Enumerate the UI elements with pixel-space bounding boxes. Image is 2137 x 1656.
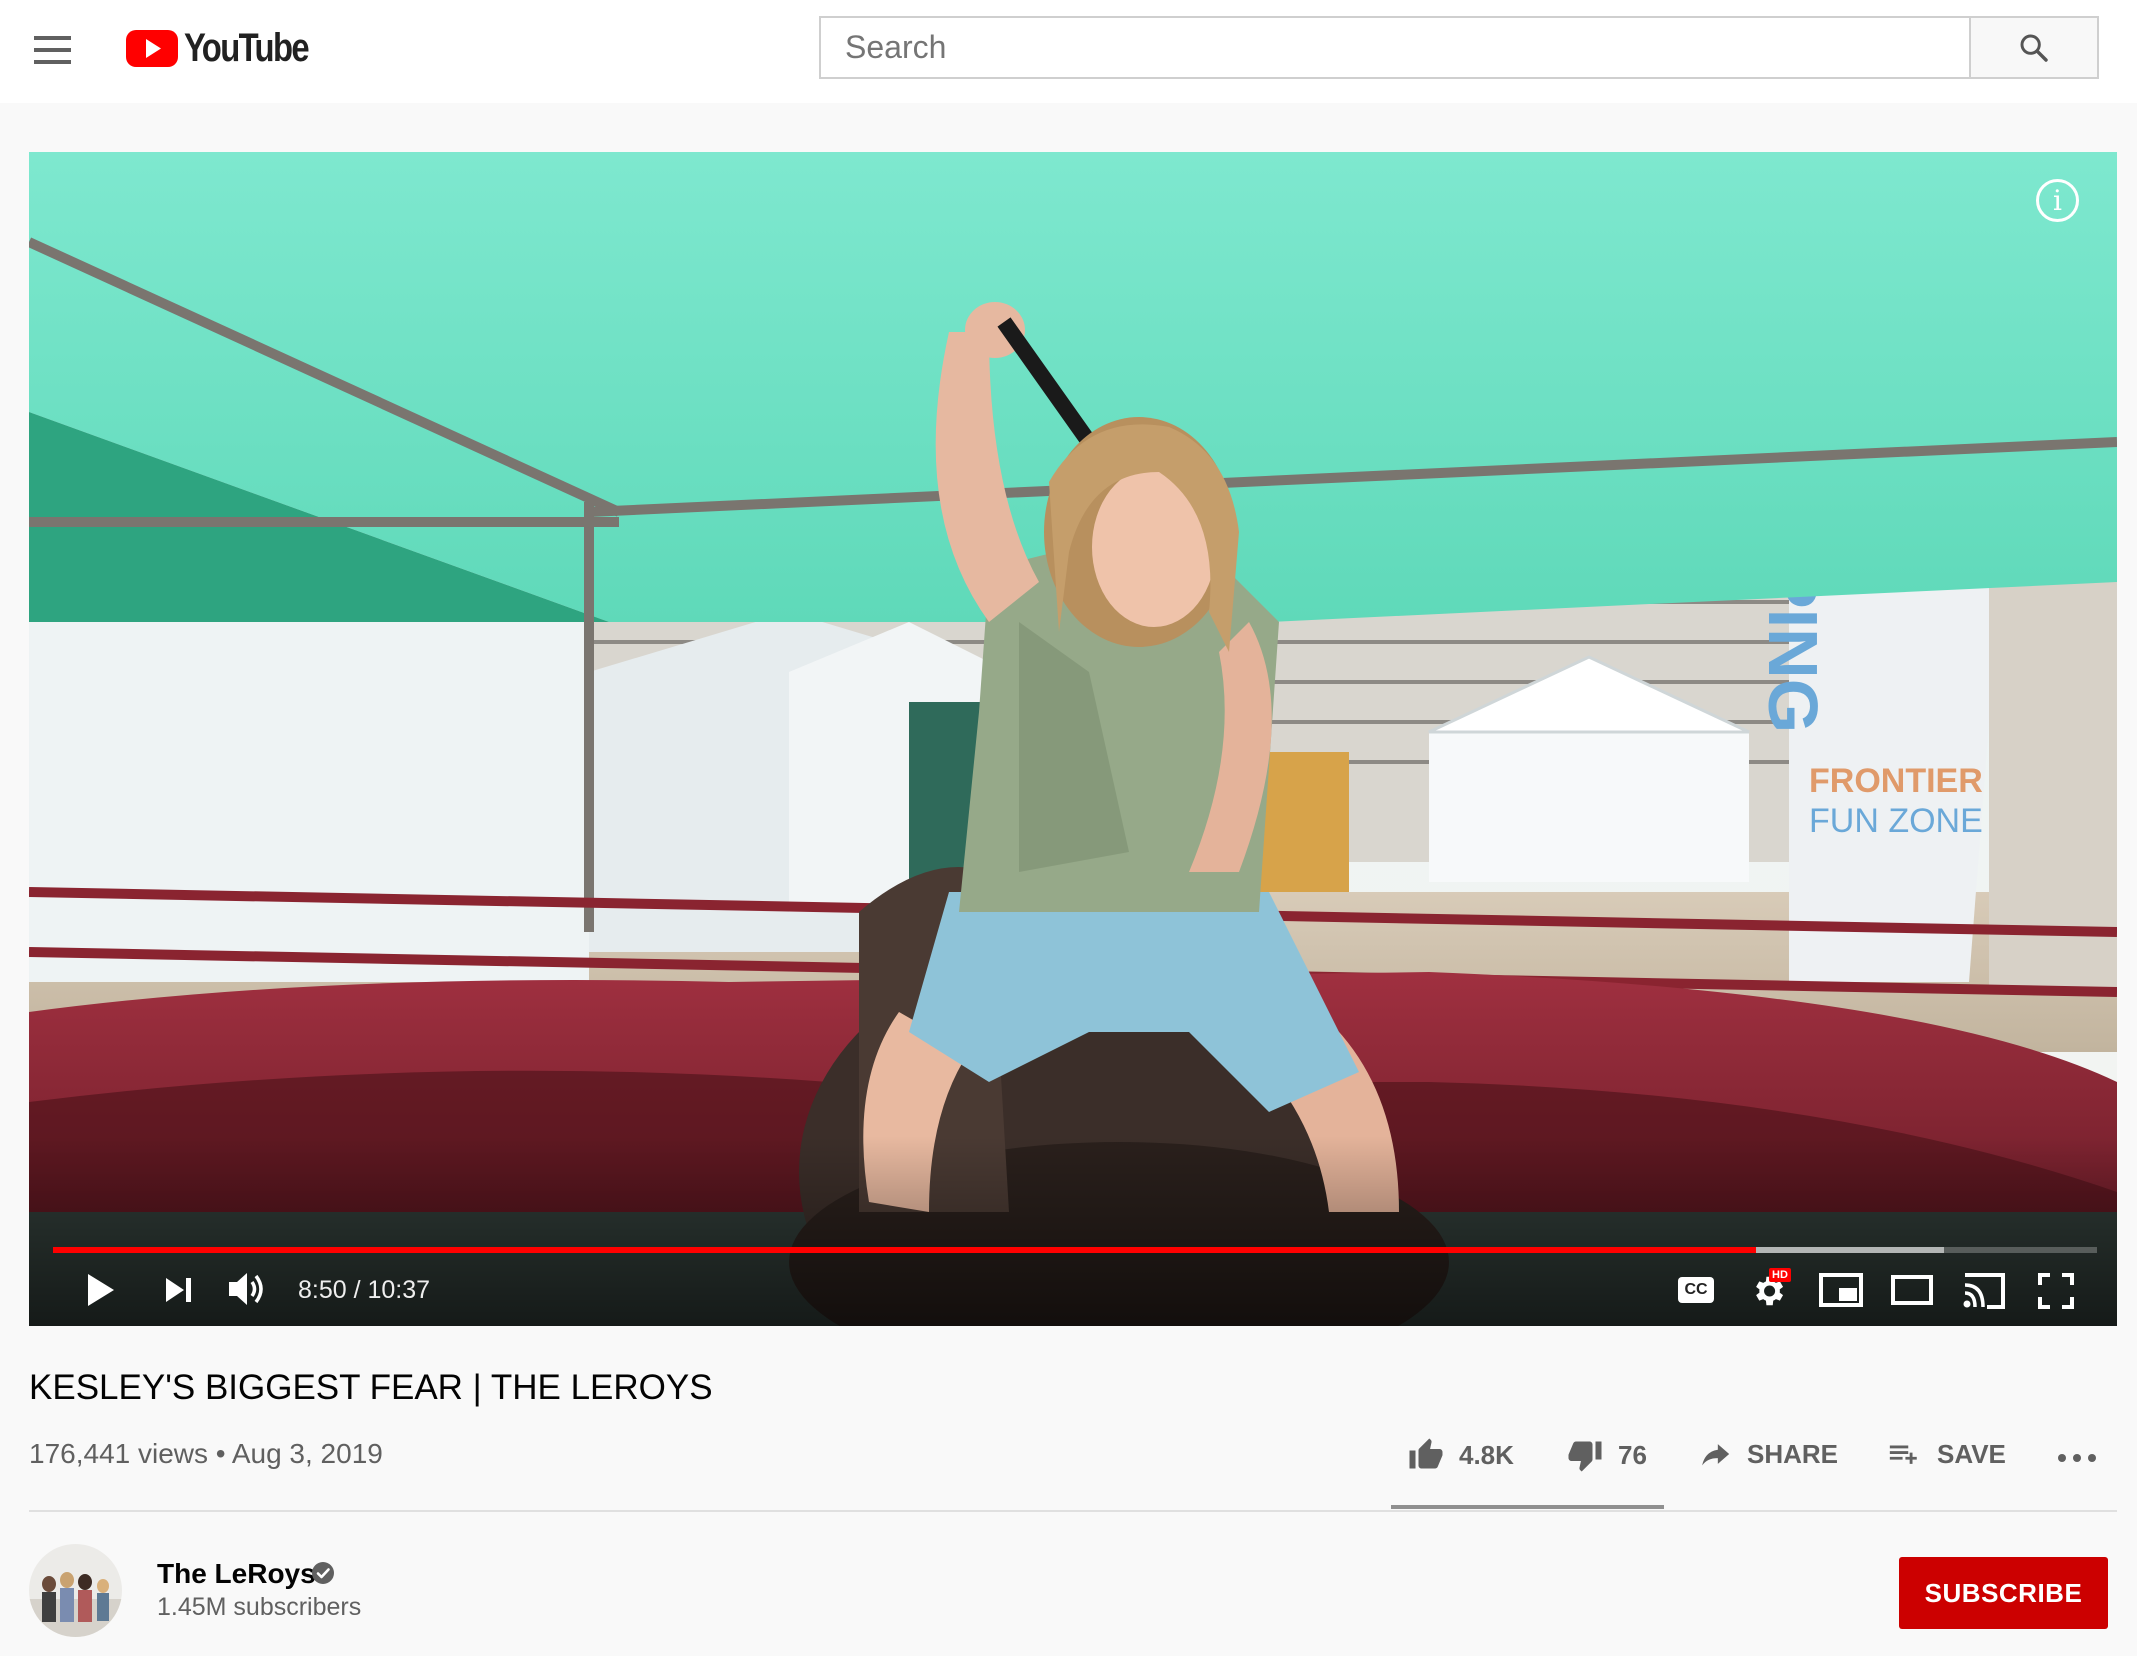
menu-icon[interactable] [34, 36, 71, 64]
cast-icon[interactable] [1961, 1273, 2007, 1309]
theater-mode-icon[interactable] [1891, 1275, 1933, 1305]
miniplayer-icon[interactable] [1819, 1273, 1863, 1307]
info-icon[interactable]: i [2036, 179, 2079, 222]
youtube-play-logo-icon [126, 29, 178, 67]
view-count-date: 176,441 views • Aug 3, 2019 [29, 1438, 383, 1469]
youtube-wordmark: YouTube [184, 25, 310, 70]
channel-avatar-image [29, 1544, 122, 1637]
playlist-add-icon [1889, 1445, 1917, 1464]
time-display: 8:50 / 10:37 [298, 1276, 431, 1304]
dislike-button[interactable]: 76 [1566, 1437, 1647, 1473]
subscribe-label: SUBSCRIBE [1924, 1577, 2083, 1608]
like-button[interactable]: 4.8K [1407, 1437, 1514, 1473]
next-icon[interactable] [164, 1276, 194, 1304]
video-player[interactable]: PING FRONTIER FUN ZONE i 8:50 / 10:37 CC… [29, 152, 2117, 1326]
more-options-icon[interactable] [2057, 1452, 2097, 1464]
settings-button[interactable]: HD [1749, 1268, 1793, 1310]
svg-text:FRONTIER: FRONTIER [1809, 762, 1983, 800]
fullscreen-icon[interactable] [2038, 1273, 2074, 1309]
volume-icon[interactable] [227, 1269, 269, 1309]
search-placeholder: Search [845, 29, 947, 65]
avatar[interactable] [29, 1544, 122, 1637]
search-input[interactable]: Search [819, 16, 1971, 79]
masthead: YouTube Search [0, 0, 2137, 103]
share-button[interactable]: SHARE [1697, 1437, 1838, 1471]
progress-bar[interactable] [53, 1247, 2117, 1253]
captions-icon[interactable]: CC [1678, 1277, 1714, 1303]
captions-label: CC [1684, 1281, 1708, 1298]
share-icon [1702, 1444, 1730, 1466]
search-button[interactable] [1969, 16, 2099, 79]
subscriber-count: 1.45M subscribers [157, 1593, 362, 1621]
svg-text:FUN ZONE: FUN ZONE [1809, 802, 1983, 840]
play-icon[interactable] [85, 1271, 117, 1309]
divider [29, 1510, 2117, 1512]
save-label: SAVE [1937, 1438, 2006, 1469]
subscribe-button[interactable]: SUBSCRIBE [1899, 1557, 2108, 1629]
verified-icon [312, 1562, 334, 1584]
youtube-logo[interactable]: YouTube [126, 26, 335, 70]
thumbs-down-icon [1568, 1441, 1602, 1472]
progress-played [53, 1247, 1756, 1253]
like-count: 4.8K [1459, 1439, 1514, 1470]
video-title: KESLEY'S BIGGEST FEAR | THE LEROYS [29, 1368, 713, 1407]
search-icon [2020, 34, 2048, 62]
thumbs-up-icon [1409, 1438, 1443, 1469]
dislike-count: 76 [1618, 1439, 1647, 1470]
save-button[interactable]: SAVE [1885, 1437, 2006, 1471]
hd-badge: HD [1769, 1268, 1791, 1282]
share-label: SHARE [1747, 1438, 1839, 1469]
channel-name[interactable]: The LeRoys [157, 1558, 316, 1590]
sentiment-bar [1391, 1505, 1664, 1509]
